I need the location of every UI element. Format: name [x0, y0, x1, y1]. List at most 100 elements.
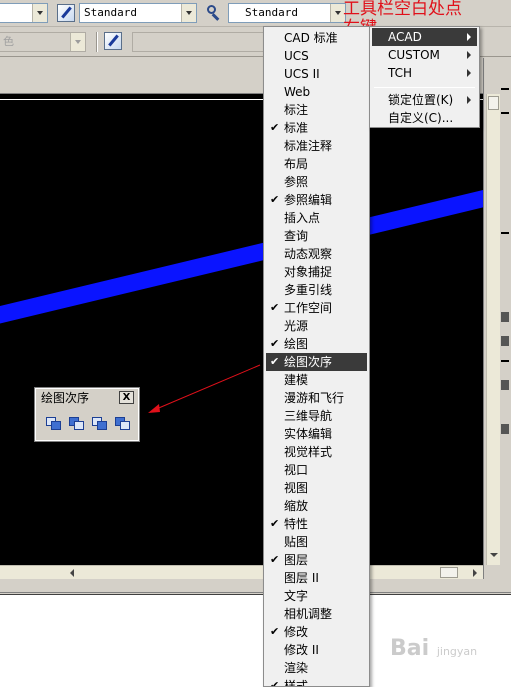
layer-combo[interactable]: 色 [0, 32, 86, 52]
blue-line [0, 189, 483, 324]
menu-item[interactable]: 视图 [266, 479, 367, 497]
menu-item-label: 查询 [284, 229, 309, 243]
menu-item-label: UCS [284, 49, 309, 63]
menu-item[interactable]: Web [266, 83, 367, 101]
toolbar-group-submenu[interactable]: ACAD CUSTOM TCH 锁定位置(K) 自定义(C)... [369, 26, 480, 128]
send-under-icon[interactable] [113, 415, 133, 433]
menu-item[interactable]: 实体编辑 [266, 425, 367, 443]
menu-item[interactable]: UCS [266, 47, 367, 65]
scroll-left-icon[interactable] [66, 567, 80, 578]
watermark: Bai jingyan [390, 636, 478, 661]
menu-item-label: 视觉样式 [284, 445, 333, 459]
menu-item-label: 布局 [284, 157, 309, 171]
menu-item[interactable]: 三维导航 [266, 407, 367, 425]
bring-to-front-icon[interactable] [44, 415, 64, 433]
menu-item[interactable]: 漫游和飞行 [266, 389, 367, 407]
horizontal-scroll-thumb[interactable] [440, 567, 458, 578]
dim-style-combo[interactable]: Standard [228, 3, 346, 23]
menu-item[interactable]: 动态观察 [266, 245, 367, 263]
menu-item-label: 参照 [284, 175, 309, 189]
menu-item[interactable]: 参照 [266, 173, 367, 191]
menu-item-label: 修改 [284, 625, 309, 639]
style-combo-left[interactable] [0, 3, 48, 23]
check-icon: ✔ [270, 121, 280, 134]
menu-item[interactable]: ✔ 标准 [266, 119, 367, 137]
check-icon: ✔ [270, 193, 280, 206]
chevron-down-icon[interactable] [70, 33, 85, 51]
menu-item[interactable]: 标注 [266, 101, 367, 119]
edit-style-icon[interactable] [104, 32, 122, 50]
menu-item[interactable]: CAD 标准 [266, 29, 367, 47]
menu-item[interactable]: ✔ 工作空间 [266, 299, 367, 317]
menu-item[interactable]: ✔ 样式 [266, 677, 367, 686]
text-style-combo[interactable]: Standard [79, 3, 197, 23]
menu-item[interactable]: 查询 [266, 227, 367, 245]
plot-style-combo[interactable] [132, 32, 264, 52]
scroll-right-icon[interactable] [468, 567, 482, 578]
drawing-canvas[interactable] [0, 94, 483, 565]
menu-item[interactable]: 缩放 [266, 497, 367, 515]
menu-item[interactable]: 修改 II [266, 641, 367, 659]
menu-item[interactable]: ✔ 绘图 [266, 335, 367, 353]
menu-item-label: 特性 [284, 517, 309, 531]
palette-marker [501, 424, 509, 434]
palette-marker [501, 112, 509, 114]
chevron-down-icon[interactable] [181, 4, 196, 22]
palette-marker [501, 88, 509, 90]
menu-item-label: 图层 II [284, 571, 319, 585]
palette-marker [501, 336, 509, 346]
menu-item[interactable]: ✔ 修改 [266, 623, 367, 641]
submenu-item-tch[interactable]: TCH [372, 64, 477, 82]
menu-item[interactable]: 文字 [266, 587, 367, 605]
menu-item[interactable]: 视觉样式 [266, 443, 367, 461]
close-icon[interactable]: X [119, 391, 134, 404]
menu-item[interactable]: 对象捕捉 [266, 263, 367, 281]
horizontal-scrollbar[interactable] [0, 565, 483, 579]
submenu-item-customize[interactable]: 自定义(C)... [372, 109, 477, 127]
submenu-arrow-icon [467, 33, 471, 41]
send-to-back-icon[interactable] [67, 415, 87, 433]
menu-item[interactable]: 插入点 [266, 209, 367, 227]
menu-item[interactable]: 图层 II [266, 569, 367, 587]
annotation-line1: 工具栏空白处点 [343, 0, 462, 19]
menu-item[interactable]: 标准注释 [266, 137, 367, 155]
text-style-value: Standard [84, 6, 137, 19]
menu-item[interactable]: 建模 [266, 371, 367, 389]
vertical-scrollbar[interactable] [486, 94, 500, 565]
menu-item[interactable]: 布局 [266, 155, 367, 173]
menu-item-label: Web [284, 85, 311, 99]
menu-item-label: 视口 [284, 463, 309, 477]
dim-style-icon[interactable] [205, 3, 225, 23]
menu-item[interactable]: ✔ 图层 [266, 551, 367, 569]
menu-item[interactable]: 渲染 [266, 659, 367, 677]
submenu-item-acad[interactable]: ACAD [372, 28, 477, 46]
submenu-item-custom[interactable]: CUSTOM [372, 46, 477, 64]
check-icon: ✔ [270, 337, 280, 350]
scroll-down-icon[interactable] [488, 549, 500, 561]
submenu-item-lock-location[interactable]: 锁定位置(K) [372, 91, 477, 109]
draw-order-toolbar[interactable]: 绘图次序 X [34, 387, 140, 442]
menu-item-label: 工作空间 [284, 301, 333, 315]
menu-item[interactable]: 视口 [266, 461, 367, 479]
menu-item[interactable]: UCS II [266, 65, 367, 83]
menu-item[interactable]: 相机调整 [266, 605, 367, 623]
menu-item[interactable]: ✔ 参照编辑 [266, 191, 367, 209]
menu-item[interactable]: ✔ 特性 [266, 515, 367, 533]
menu-item-label: 标注 [284, 103, 309, 117]
menu-item-label: 漫游和飞行 [284, 391, 345, 405]
chevron-down-icon[interactable] [32, 4, 47, 22]
menu-item[interactable]: ✔ 绘图次序 [266, 353, 367, 371]
palette-marker [501, 360, 509, 362]
vertical-scroll-thumb[interactable] [488, 96, 499, 110]
menu-item-label: 图层 [284, 553, 309, 567]
menu-item[interactable]: 多重引线 [266, 281, 367, 299]
menu-item-label: 绘图 [284, 337, 309, 351]
text-style-icon[interactable] [57, 4, 75, 22]
toolbar-context-menu[interactable]: CAD 标准 UCS UCS II Web 标注 ✔ 标准 标准注释布局参照 ✔ 参照编辑 插入点查… [263, 26, 370, 687]
menu-item[interactable]: 光源 [266, 317, 367, 335]
submenu-arrow-icon [467, 96, 471, 104]
menu-item-label: 多重引线 [284, 283, 333, 297]
submenu-arrow-icon [467, 69, 471, 77]
menu-item[interactable]: 贴图 [266, 533, 367, 551]
bring-above-icon[interactable] [90, 415, 110, 433]
